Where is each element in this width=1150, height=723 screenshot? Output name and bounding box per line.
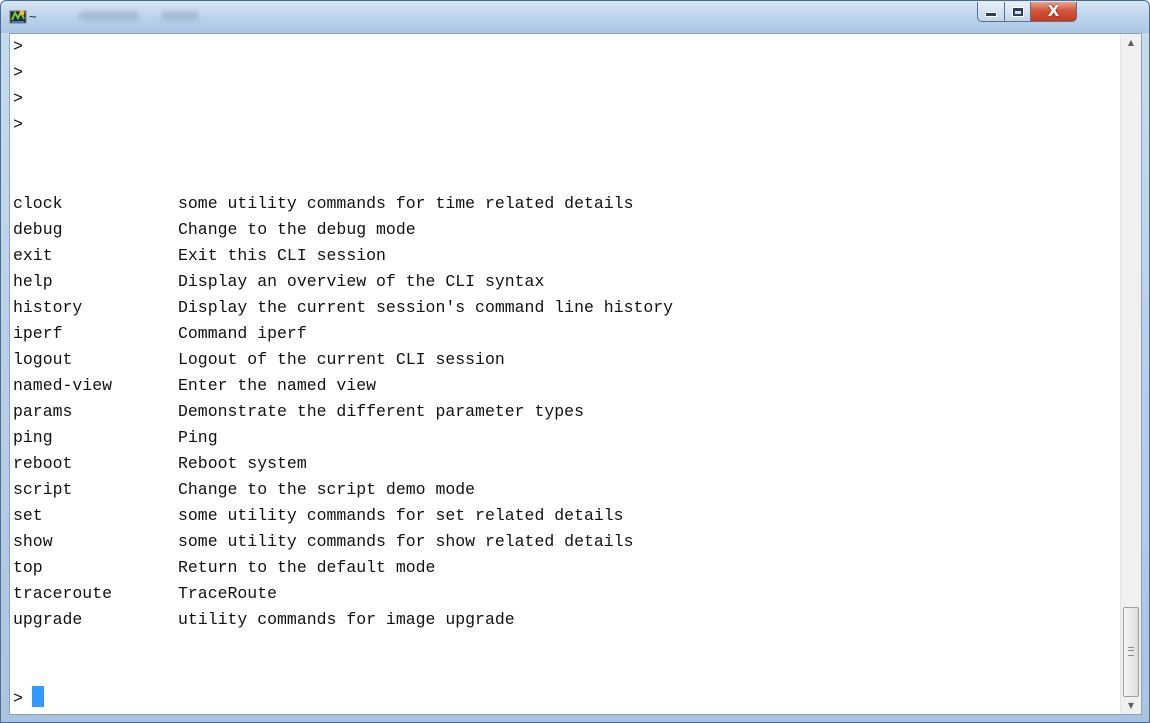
command-name: show [13, 532, 53, 551]
prompt-text: > [13, 89, 23, 108]
command-row: clock some utility commands for time rela… [13, 191, 633, 217]
command-row: show some utility commands for show relat… [13, 529, 633, 555]
prompt-text: > [13, 689, 23, 708]
command-name: top [13, 558, 43, 577]
terminal-output: > > > > clock some utility commands for t… [13, 37, 1119, 714]
prompt-line: > [13, 86, 23, 112]
close-icon: X [1047, 2, 1060, 20]
command-description: Exit this CLI session [178, 246, 386, 265]
title-bar[interactable]: ~ X [1, 1, 1149, 33]
text-cursor [31, 686, 44, 707]
prompt-line: > [13, 60, 23, 86]
command-name: traceroute [13, 584, 113, 603]
scroll-up-arrow-icon[interactable]: ▲ [1121, 34, 1141, 51]
command-name: debug [13, 220, 63, 239]
command-row: exit Exit this CLI session [13, 243, 386, 269]
command-row: debug Change to the debug mode [13, 217, 416, 243]
command-description: Reboot system [178, 454, 307, 473]
command-row: named-view Enter the named view [13, 373, 376, 399]
maximize-icon [1011, 6, 1024, 17]
command-row: set some utility commands for set related… [13, 503, 624, 529]
command-name: ping [13, 428, 53, 447]
command-name: reboot [13, 454, 73, 473]
command-description: Display the current session's command li… [178, 298, 674, 317]
prompt-line: > [13, 34, 23, 60]
command-row: params Demonstrate the different paramete… [13, 399, 584, 425]
command-description: utility commands for image upgrade [178, 610, 515, 629]
command-description: Logout of the current CLI session [178, 350, 505, 369]
scrollbar-thumb[interactable] [1123, 607, 1139, 697]
command-name: params [13, 402, 73, 421]
command-name: upgrade [13, 610, 83, 629]
prompt-line: > [13, 112, 23, 138]
command-description: TraceRoute [178, 584, 278, 603]
command-name: script [13, 480, 73, 499]
terminal-area[interactable]: > > > > clock some utility commands for t… [9, 33, 1142, 715]
command-name: exit [13, 246, 53, 265]
blurred-title-text [79, 11, 139, 21]
vertical-scrollbar[interactable]: ▲ ▼ [1120, 34, 1141, 714]
command-name: iperf [13, 324, 63, 343]
command-name: history [13, 298, 83, 317]
command-description: Enter the named view [178, 376, 377, 395]
command-row: upgrade utility commands for image upgrad… [13, 607, 515, 633]
command-row: ping Ping [13, 425, 218, 451]
command-description: Change to the debug mode [178, 220, 416, 239]
command-name: named-view [13, 376, 113, 395]
command-description: Ping [178, 428, 218, 447]
command-row: traceroute TraceRoute [13, 581, 277, 607]
terminal-window: ~ X > > > > clock some utility commands f… [0, 0, 1150, 723]
command-description: Command iperf [178, 324, 307, 343]
cygwin-terminal-icon [9, 9, 27, 24]
command-row: history Display the current session's com… [13, 295, 673, 321]
command-description: some utility commands for show related d… [178, 532, 634, 551]
grip-icon [1128, 647, 1134, 656]
command-row: iperf Command iperf [13, 321, 307, 347]
close-button[interactable]: X [1030, 2, 1077, 22]
command-name: logout [13, 350, 73, 369]
command-description: Change to the script demo mode [178, 480, 476, 499]
command-name: help [13, 272, 53, 291]
command-row: script Change to the script demo mode [13, 477, 475, 503]
command-row: logout Logout of the current CLI session [13, 347, 505, 373]
command-description: Demonstrate the different parameter type… [178, 402, 584, 421]
minimize-icon [985, 12, 997, 17]
command-row: top Return to the default mode [13, 555, 435, 581]
command-name: clock [13, 194, 63, 213]
window-title: ~ [29, 9, 37, 24]
command-description: some utility commands for set related de… [178, 506, 624, 525]
command-row: reboot Reboot system [13, 451, 307, 477]
scroll-down-arrow-icon[interactable]: ▼ [1121, 697, 1141, 714]
current-prompt-line[interactable]: > [13, 686, 44, 712]
maximize-button[interactable] [1004, 2, 1031, 22]
prompt-text: > [13, 115, 23, 134]
command-description: Display an overview of the CLI syntax [178, 272, 545, 291]
command-description: Return to the default mode [178, 558, 436, 577]
prompt-text: > [13, 37, 23, 56]
command-row: help Display an overview of the CLI synta… [13, 269, 544, 295]
blurred-title-text [161, 11, 199, 21]
prompt-text: > [13, 63, 23, 82]
command-name: set [13, 506, 43, 525]
minimize-button[interactable] [977, 2, 1005, 22]
command-description: some utility commands for time related d… [178, 194, 634, 213]
